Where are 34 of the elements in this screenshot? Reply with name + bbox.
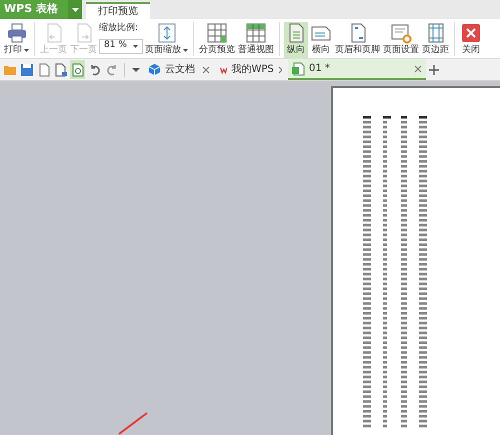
document-tab[interactable]: 01 * [288, 59, 426, 80]
ribbon-tab[interactable]: 打印预览 [86, 2, 150, 19]
ribbon-button[interactable]: 页边距 [421, 22, 450, 58]
grid-icon [206, 22, 228, 44]
ribbon-button[interactable]: 页眉和页脚 [334, 22, 381, 58]
ribbon-button[interactable]: 纵向 [284, 22, 308, 58]
cube-icon [148, 63, 161, 76]
caret-icon [133, 44, 138, 48]
preview-icon [70, 62, 84, 76]
page-settings-icon [390, 22, 412, 44]
ribbon-button[interactable]: 打印 [3, 22, 30, 58]
document-tab[interactable]: 云文档 [144, 59, 214, 80]
spreadsheet-icon [292, 62, 305, 76]
annotation-line [118, 412, 148, 435]
document-icon [54, 62, 68, 76]
grid-icon [245, 22, 267, 44]
zoom-label: 缩放比例: [99, 22, 140, 35]
ribbon-button[interactable]: 页面缩放 [144, 22, 189, 58]
add-tab-icon[interactable] [428, 64, 440, 76]
ribbon-button[interactable]: 页面设置 [382, 22, 420, 58]
zoom-select[interactable]: 81 % [99, 38, 143, 54]
dropdown-caret-icon[interactable] [130, 66, 142, 72]
ribbon-button[interactable]: 分页预览 [198, 22, 236, 58]
toolbar-button[interactable] [70, 60, 85, 79]
zoom-page-icon [156, 22, 178, 44]
printer-icon [6, 22, 28, 44]
ribbon-button[interactable]: 普通视图 [237, 22, 275, 58]
ribbon-button[interactable]: 关闭 [459, 22, 483, 58]
document-tab[interactable]: 我的WPS [216, 59, 286, 80]
ribbon-button[interactable]: 横向 [309, 22, 333, 58]
dropdown-caret-icon[interactable] [68, 0, 82, 19]
redo-icon [104, 62, 118, 76]
save-icon [20, 62, 34, 76]
document-icon [36, 62, 50, 76]
